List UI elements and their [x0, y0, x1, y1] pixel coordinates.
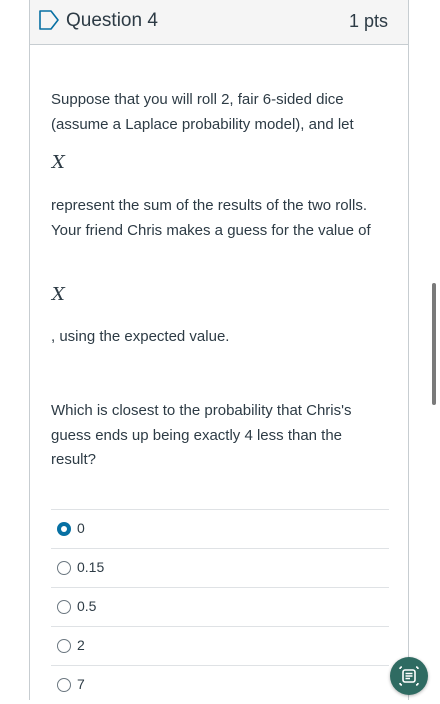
radio-button[interactable]: [57, 639, 71, 653]
radio-button[interactable]: [57, 600, 71, 614]
answer-option[interactable]: 0.5: [51, 587, 389, 626]
question-prompt: Which is closest to the probability that…: [51, 402, 352, 468]
answer-option[interactable]: 0: [51, 509, 389, 548]
question-points: 1 pts: [348, 11, 388, 31]
answer-option[interactable]: 7: [51, 665, 389, 704]
question-text-3: , using the expected value.: [51, 328, 230, 345]
math-variable-x: X: [52, 152, 65, 173]
answer-label: 0.15: [77, 559, 105, 575]
answer-label: 2: [77, 637, 85, 653]
radio-button[interactable]: [57, 678, 71, 692]
question-card: Question 4 1 pts Suppose that you will r…: [29, 0, 409, 700]
text-reader-icon: [399, 666, 419, 686]
question-text-1: Suppose that you will roll 2, fair 6-sid…: [51, 91, 354, 133]
scrollbar[interactable]: [432, 283, 436, 405]
radio-button[interactable]: [57, 561, 71, 575]
flag-icon[interactable]: [38, 10, 60, 30]
question-text-2: represent the sum of the results of the …: [51, 197, 371, 239]
question-header: Question 4 1 pts: [30, 0, 408, 45]
answer-option[interactable]: 0.15: [51, 548, 389, 587]
answer-list: 0 0.15 0.5 2 7: [51, 509, 389, 704]
answer-label: 7: [77, 676, 85, 692]
answer-label: 0: [77, 520, 85, 536]
radio-button-selected[interactable]: [57, 522, 71, 536]
math-variable-x: X: [52, 284, 65, 305]
text-reader-button[interactable]: [390, 657, 428, 695]
answer-label: 0.5: [77, 598, 97, 614]
answer-option[interactable]: 2: [51, 626, 389, 665]
question-title: Question 4: [66, 10, 158, 31]
